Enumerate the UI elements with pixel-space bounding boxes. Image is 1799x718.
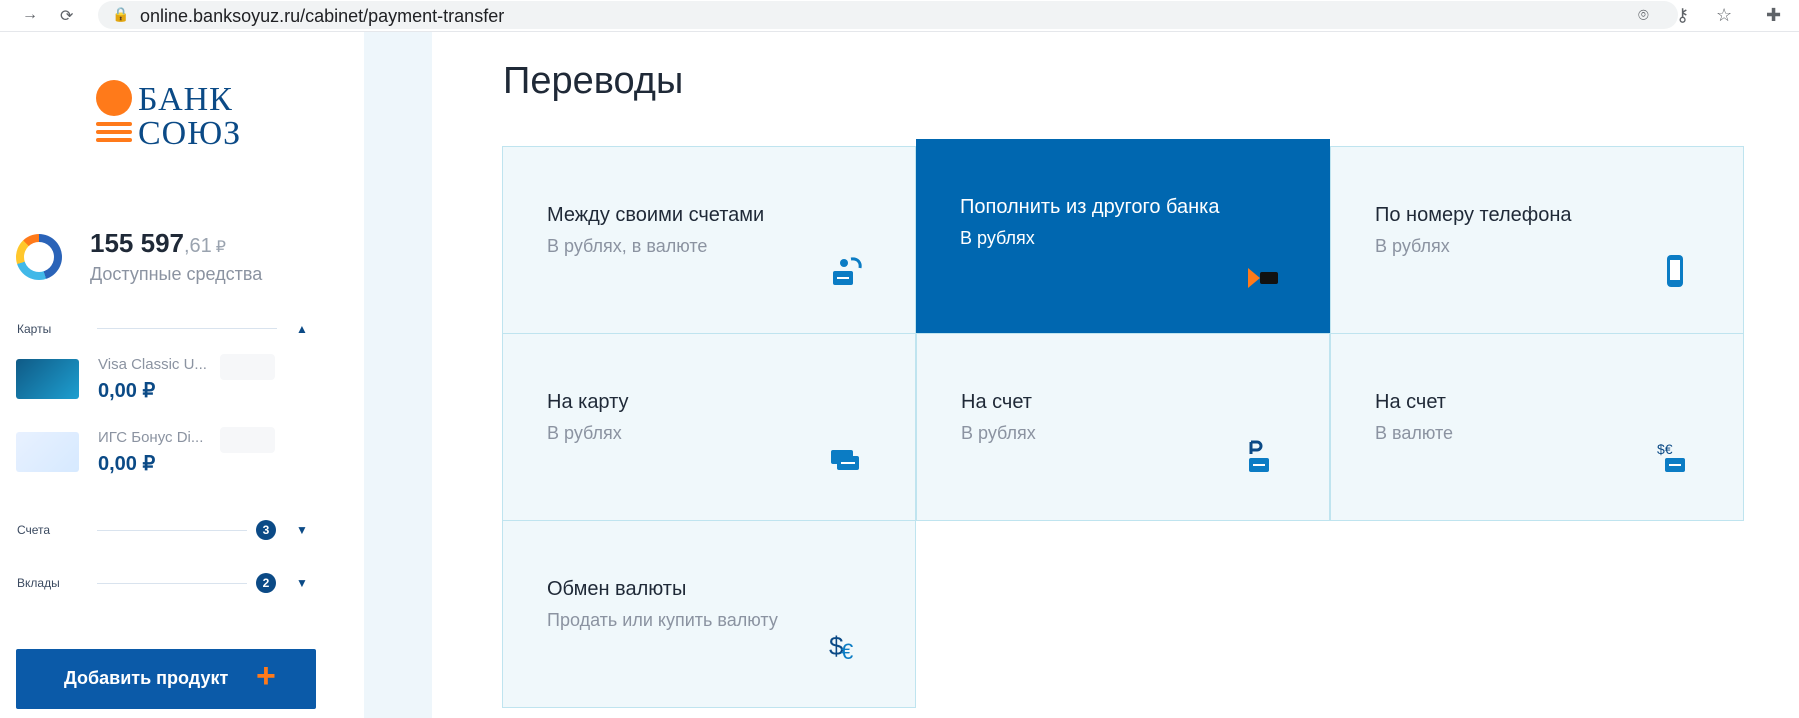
sbp-icon <box>1248 268 1278 288</box>
tile-title: На счет <box>1375 391 1446 413</box>
tile-title: По номеру телефона <box>1375 204 1572 226</box>
card-name[interactable]: Visa Classic U... <box>98 356 207 373</box>
divider <box>97 328 277 329</box>
tile-to-account-rub[interactable]: На счет В рублях <box>916 333 1330 521</box>
reload-icon[interactable]: ⟳ <box>60 6 73 26</box>
accounts-count-badge: 3 <box>256 520 276 540</box>
divider <box>97 530 247 531</box>
balance-caption: Доступные средства <box>90 264 263 284</box>
balance-cents: ,61 <box>183 235 212 257</box>
phone-icon <box>1667 255 1683 287</box>
divider <box>97 583 247 584</box>
location-blocked-icon[interactable]: ⌾ <box>1638 5 1649 26</box>
tile-subtitle: В рублях, в валюте <box>547 236 708 256</box>
tile-by-phone[interactable]: По номеру телефона В рублях <box>1330 146 1744 334</box>
tile-subtitle: В рублях <box>960 228 1035 248</box>
tile-title: Обмен валюты <box>547 578 687 600</box>
chevron-up-icon[interactable]: ▲ <box>296 322 308 336</box>
masked-number <box>220 354 275 380</box>
address-url[interactable]: online.banksoyuz.ru/cabinet/payment-tran… <box>140 6 504 27</box>
logo-line <box>96 122 132 126</box>
svg-text:$€: $€ <box>1657 441 1673 457</box>
logo-line <box>96 130 132 134</box>
tile-topup-other-bank[interactable]: Пополнить из другого банка В рублях <box>916 139 1330 340</box>
tile-subtitle: В рублях <box>961 423 1036 443</box>
extensions-icon[interactable]: ✚ <box>1766 5 1781 26</box>
lock-icon: 🔒 <box>112 6 130 22</box>
chevron-down-icon[interactable]: ▼ <box>296 523 308 537</box>
balance-integer: 155 597 <box>90 228 184 258</box>
tile-to-account-fx[interactable]: На счет В валюте $€ <box>1330 333 1744 521</box>
card-balance: 0,00 ₽ <box>98 380 156 402</box>
transfer-own-icon <box>833 257 862 285</box>
browser-toolbar: → ⟳ 🔒 online.banksoyuz.ru/cabinet/paymen… <box>0 0 1799 32</box>
bank-logo-line2: СОЮЗ <box>138 115 242 152</box>
tile-title: Между своими счетами <box>547 204 765 226</box>
decorative-rail <box>364 32 432 718</box>
svg-text:€: € <box>841 639 853 664</box>
sidebar: БАНК СОЮЗ 155 597,61 ₽ Доступные средства… <box>0 32 364 718</box>
currency-transfer-icon: $€ <box>1657 441 1685 472</box>
deposits-label: Вклады <box>17 576 60 590</box>
visa-card-thumbnail <box>16 359 79 399</box>
add-product-button[interactable]: Добавить продукт + <box>16 649 316 709</box>
bonus-card-thumbnail <box>16 432 79 472</box>
star-icon[interactable]: ☆ <box>1716 5 1732 26</box>
available-balance: 155 597,61 ₽ <box>90 228 226 259</box>
tile-subtitle: В рублях <box>1375 236 1450 256</box>
bank-logo-mark <box>96 80 132 116</box>
chevron-down-icon[interactable]: ▼ <box>296 576 308 590</box>
tile-subtitle: Продать или купить валюту <box>547 610 778 630</box>
page-title: Переводы <box>503 60 684 102</box>
card-name[interactable]: ИГС Бонус Di... <box>98 429 203 446</box>
masked-number <box>220 427 275 453</box>
plus-icon: + <box>256 657 276 695</box>
balance-ring <box>16 234 62 280</box>
tile-title: На карту <box>547 391 629 413</box>
ruble-transfer-icon <box>1249 440 1269 472</box>
tile-currency-exchange[interactable]: Обмен валюты Продать или купить валюту $… <box>502 520 916 708</box>
card-balance: 0,00 ₽ <box>98 453 156 475</box>
tile-to-card[interactable]: На карту В рублях <box>502 333 916 521</box>
deposits-count-badge: 2 <box>256 573 276 593</box>
cards-label: Карты <box>17 322 52 336</box>
tile-title: Пополнить из другого банка <box>960 196 1220 218</box>
exchange-icon: $ € <box>829 631 853 664</box>
accounts-label: Счета <box>17 523 51 537</box>
back-arrow-icon[interactable]: → <box>22 6 38 24</box>
tile-title: На счет <box>961 391 1032 413</box>
card-transfer-icon <box>831 450 859 470</box>
tile-between-accounts[interactable]: Между своими счетами В рублях, в валюте <box>502 146 916 334</box>
tile-subtitle: В валюте <box>1375 423 1454 443</box>
balance-currency: ₽ <box>215 239 226 256</box>
tile-subtitle: В рублях <box>547 423 622 443</box>
bank-logo-line1: БАНК <box>138 81 233 118</box>
logo-line <box>96 138 132 142</box>
key-icon[interactable]: ⚷ <box>1676 5 1689 26</box>
add-product-label: Добавить продукт <box>64 668 229 688</box>
